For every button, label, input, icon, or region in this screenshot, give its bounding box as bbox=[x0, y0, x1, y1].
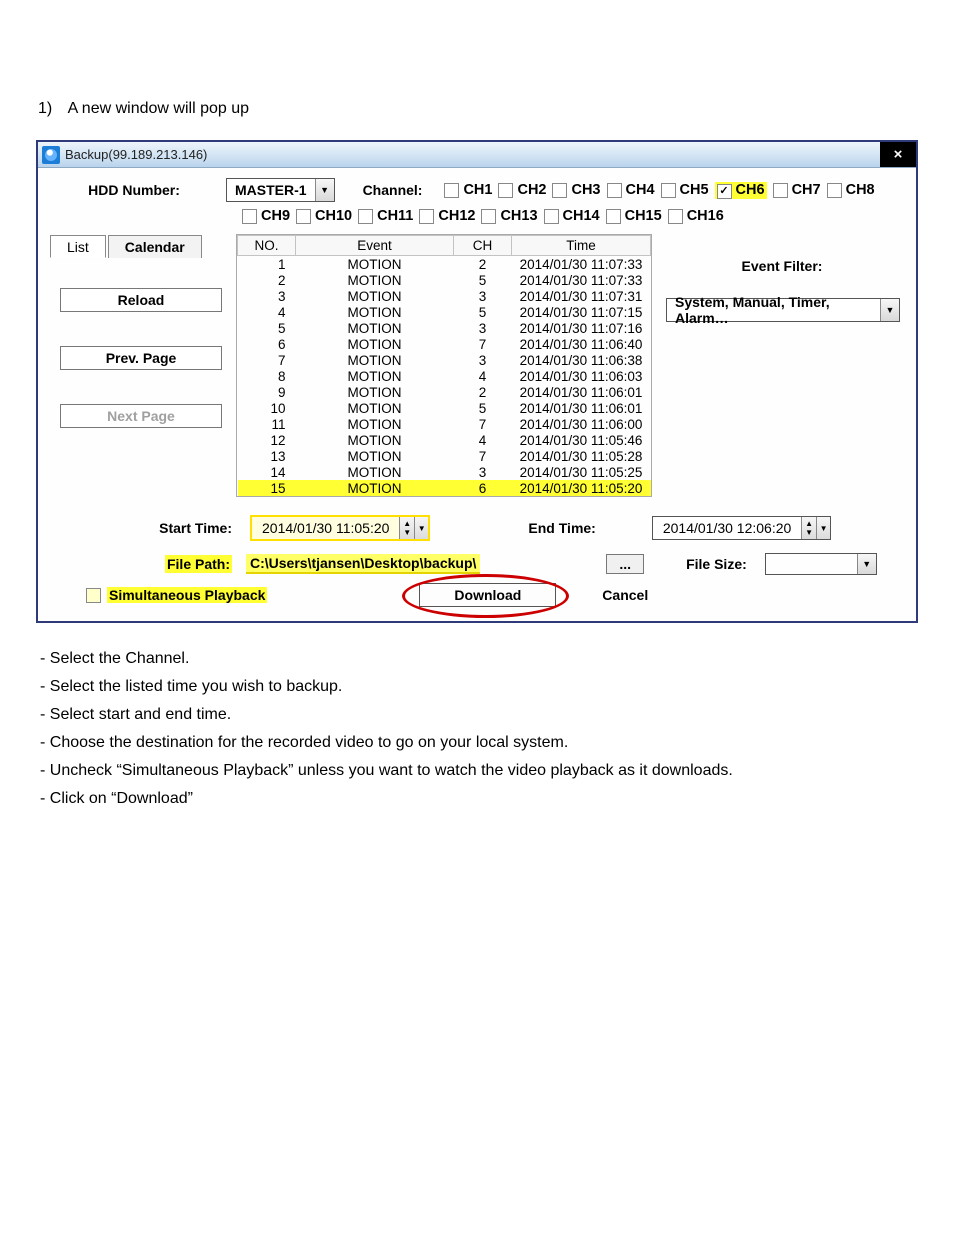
instruction-line: - Select start and end time. bbox=[40, 701, 914, 729]
instruction-line: - Select the Channel. bbox=[40, 645, 914, 673]
channel-checkbox-ch14[interactable]: CH14 bbox=[544, 208, 600, 224]
channel-checkbox-ch2[interactable]: CH2 bbox=[498, 182, 546, 199]
channel-checkbox-ch4[interactable]: CH4 bbox=[607, 182, 655, 199]
tab-list[interactable]: List bbox=[50, 235, 106, 258]
download-button[interactable]: Download bbox=[419, 583, 556, 607]
hdd-select[interactable]: MASTER-1 ▼ bbox=[226, 178, 335, 202]
table-row[interactable]: 14MOTION32014/01/30 11:05:25 bbox=[238, 464, 651, 480]
hdd-label: HDD Number: bbox=[50, 182, 218, 198]
channel-checkbox-ch3[interactable]: CH3 bbox=[552, 182, 600, 199]
table-row[interactable]: 3MOTION32014/01/30 11:07:31 bbox=[238, 288, 651, 304]
file-size-select[interactable]: ▼ bbox=[765, 553, 877, 575]
start-time-input[interactable]: 2014/01/30 11:05:20 ▲▼▼ bbox=[250, 515, 430, 541]
table-row[interactable]: 13MOTION72014/01/30 11:05:28 bbox=[238, 448, 651, 464]
cancel-button[interactable]: Cancel bbox=[602, 587, 648, 603]
app-icon bbox=[42, 146, 60, 164]
chevron-down-icon: ▼ bbox=[880, 299, 899, 321]
table-row[interactable]: 4MOTION52014/01/30 11:07:15 bbox=[238, 304, 651, 320]
browse-button[interactable]: ... bbox=[606, 554, 644, 574]
tab-calendar[interactable]: Calendar bbox=[108, 235, 202, 258]
close-icon[interactable]: × bbox=[880, 142, 916, 167]
instruction-line: - Choose the destination for the recorde… bbox=[40, 729, 914, 757]
table-row[interactable]: 1MOTION22014/01/30 11:07:33 bbox=[238, 256, 651, 273]
channel-checkbox-ch9[interactable]: CH9 bbox=[242, 208, 290, 224]
channel-checkbox-ch15[interactable]: CH15 bbox=[606, 208, 662, 224]
event-filter-label: Event Filter: bbox=[666, 258, 898, 274]
spin-up-icon[interactable]: ▲▼ bbox=[802, 517, 817, 539]
table-row[interactable]: 15MOTION62014/01/30 11:05:20 bbox=[238, 480, 651, 496]
titlebar: Backup(99.189.213.146) × bbox=[38, 142, 916, 168]
channel-checkbox-ch16[interactable]: CH16 bbox=[668, 208, 724, 224]
channel-checkbox-ch6[interactable]: ✓ CH6 bbox=[715, 182, 767, 199]
end-time-input[interactable]: 2014/01/30 12:06:20 ▲▼▼ bbox=[652, 516, 831, 540]
file-size-label: File Size: bbox=[686, 556, 747, 572]
spin-up-icon[interactable]: ▲▼ bbox=[400, 517, 415, 539]
table-row[interactable]: 12MOTION42014/01/30 11:05:46 bbox=[238, 432, 651, 448]
col-event: Event bbox=[296, 236, 454, 256]
channel-checkbox-ch7[interactable]: CH7 bbox=[773, 182, 821, 199]
col-ch: CH bbox=[454, 236, 512, 256]
backup-window: Backup(99.189.213.146) × HDD Number: MAS… bbox=[36, 140, 918, 623]
table-row[interactable]: 10MOTION52014/01/30 11:06:01 bbox=[238, 400, 651, 416]
channel-checkbox-ch5[interactable]: CH5 bbox=[661, 182, 709, 199]
col-time: Time bbox=[512, 236, 651, 256]
instruction-line: - Select the listed time you wish to bac… bbox=[40, 673, 914, 701]
instruction-line: - Uncheck “Simultaneous Playback” unless… bbox=[40, 757, 914, 785]
table-row[interactable]: 6MOTION72014/01/30 11:06:40 bbox=[238, 336, 651, 352]
prev-page-button[interactable]: Prev. Page bbox=[60, 346, 222, 370]
table-row[interactable]: 11MOTION72014/01/30 11:06:00 bbox=[238, 416, 651, 432]
chevron-down-icon: ▼ bbox=[857, 554, 876, 574]
next-page-button[interactable]: Next Page bbox=[60, 404, 222, 428]
event-table: NO. Event CH Time 1MOTION22014/01/30 11:… bbox=[236, 234, 652, 497]
table-row[interactable]: 5MOTION32014/01/30 11:07:16 bbox=[238, 320, 651, 336]
channel-checkbox-ch8[interactable]: CH8 bbox=[827, 182, 875, 199]
col-no: NO. bbox=[238, 236, 296, 256]
channel-checkbox-ch10[interactable]: CH10 bbox=[296, 208, 352, 224]
end-time-label: End Time: bbox=[528, 520, 595, 536]
table-row[interactable]: 7MOTION32014/01/30 11:06:38 bbox=[238, 352, 651, 368]
chevron-down-icon[interactable]: ▼ bbox=[817, 517, 831, 539]
instruction-line: - Click on “Download” bbox=[40, 785, 914, 813]
file-path-value: C:\Users\tjansen\Desktop\backup\ bbox=[246, 554, 480, 574]
channel-checkbox-ch1[interactable]: CH1 bbox=[444, 182, 492, 199]
table-row[interactable]: 8MOTION42014/01/30 11:06:03 bbox=[238, 368, 651, 384]
chevron-down-icon: ▼ bbox=[315, 179, 334, 201]
start-time-label: Start Time: bbox=[50, 520, 240, 536]
channel-checkbox-ch12[interactable]: CH12 bbox=[419, 208, 475, 224]
window-title: Backup(99.189.213.146) bbox=[65, 147, 880, 162]
event-filter-select[interactable]: System, Manual, Timer, Alarm… ▼ bbox=[666, 298, 900, 322]
channel-checkbox-ch11[interactable]: CH11 bbox=[358, 208, 413, 224]
reload-button[interactable]: Reload bbox=[60, 288, 222, 312]
channel-label: Channel: bbox=[363, 182, 423, 198]
instructions: - Select the Channel.- Select the listed… bbox=[40, 645, 914, 813]
table-row[interactable]: 9MOTION22014/01/30 11:06:01 bbox=[238, 384, 651, 400]
simultaneous-playback-checkbox[interactable]: Simultaneous Playback bbox=[86, 587, 267, 603]
file-path-label: File Path: bbox=[50, 556, 240, 572]
table-row[interactable]: 2MOTION52014/01/30 11:07:33 bbox=[238, 272, 651, 288]
channel-checkbox-ch13[interactable]: CH13 bbox=[481, 208, 537, 224]
chevron-down-icon[interactable]: ▼ bbox=[415, 517, 429, 539]
step-heading: 1) A new window will pop up bbox=[38, 100, 918, 118]
